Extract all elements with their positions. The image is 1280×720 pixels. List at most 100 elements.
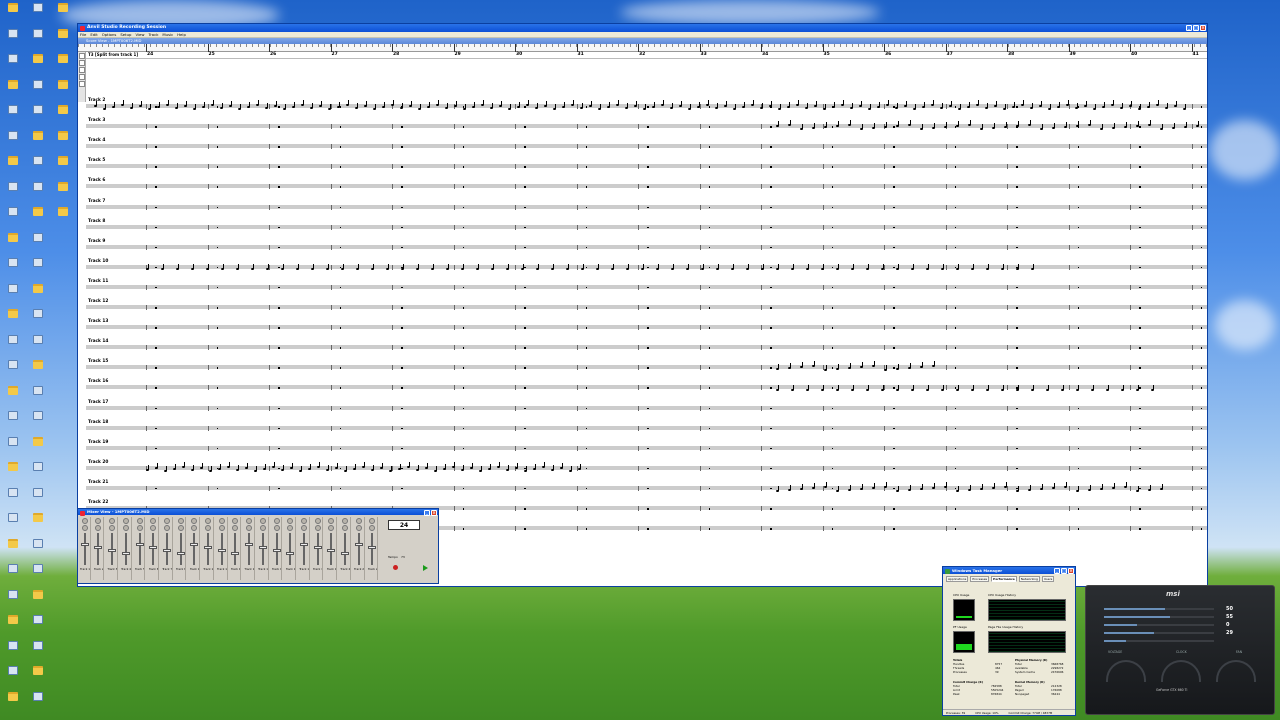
pan-knob-icon[interactable] [177, 518, 184, 524]
pan-knob-icon[interactable] [136, 518, 143, 524]
note-head[interactable] [769, 101, 772, 107]
note-head[interactable] [176, 263, 179, 270]
note-head[interactable] [731, 263, 734, 270]
note-head[interactable] [1003, 104, 1006, 110]
desktop-shortcut[interactable] [27, 334, 49, 360]
note-head[interactable] [643, 104, 646, 110]
note-head[interactable] [254, 465, 257, 472]
track-staff-row[interactable]: Track 14 [86, 339, 1207, 359]
track-staff-row[interactable]: Track 20 [86, 460, 1207, 480]
desktop-shortcut[interactable] [27, 283, 49, 309]
note-head[interactable] [382, 102, 385, 108]
note-head[interactable] [371, 464, 374, 471]
note-head[interactable] [1183, 104, 1186, 110]
note-head[interactable] [283, 104, 286, 110]
desktop-shortcut[interactable] [2, 334, 24, 360]
note-head[interactable] [1093, 104, 1096, 110]
note-head[interactable] [463, 104, 466, 110]
note-head[interactable] [1031, 263, 1034, 270]
fader-handle[interactable] [231, 552, 240, 555]
note-head[interactable] [1100, 124, 1103, 131]
time-ruler[interactable] [78, 44, 1207, 52]
note-head[interactable] [1046, 385, 1049, 392]
note-head[interactable] [146, 464, 149, 471]
note-head[interactable] [791, 385, 794, 392]
note-head[interactable] [812, 123, 815, 130]
volume-knob-icon[interactable] [150, 525, 157, 531]
note-head[interactable] [328, 104, 331, 110]
desktop-shortcut[interactable] [27, 436, 49, 462]
volume-knob-icon[interactable] [342, 525, 349, 531]
note-head[interactable] [1039, 101, 1042, 107]
fader-track[interactable] [258, 533, 267, 565]
note-head[interactable] [1084, 101, 1087, 107]
note-head[interactable] [836, 263, 839, 270]
pan-knob-icon[interactable] [273, 518, 280, 524]
note-head[interactable] [1064, 481, 1067, 488]
note-head[interactable] [335, 462, 338, 469]
track-staff-row[interactable]: Track 19 [86, 440, 1207, 460]
note-head[interactable] [607, 102, 610, 108]
mixer-close-button[interactable]: × [431, 510, 437, 516]
track-staff-row[interactable]: Track 21 [86, 480, 1207, 500]
desktop-shortcut[interactable] [27, 232, 49, 258]
note-head[interactable] [956, 263, 959, 270]
desktop-shortcut[interactable] [27, 156, 49, 181]
note-head[interactable] [884, 365, 887, 372]
note-head[interactable] [805, 103, 808, 109]
note-head[interactable] [788, 120, 791, 127]
note-head[interactable] [1016, 485, 1019, 492]
task-manager-window[interactable]: Windows Task Manager _ □ × Applications P… [942, 566, 1076, 716]
note-head[interactable] [980, 483, 983, 490]
track-staff-row[interactable]: Track 7 [86, 199, 1207, 219]
current-track-label[interactable]: T3 [Split from track 1] [88, 52, 138, 57]
note-head[interactable] [398, 463, 401, 470]
note-head[interactable] [908, 484, 911, 491]
track-label[interactable]: Track 4 [88, 138, 105, 143]
note-head[interactable] [881, 385, 884, 392]
volume-knob-icon[interactable] [314, 525, 321, 531]
note-head[interactable] [1172, 123, 1175, 130]
desktop-shortcut[interactable] [27, 589, 49, 615]
desktop-shortcut[interactable] [52, 105, 74, 130]
desktop-shortcut[interactable] [2, 105, 24, 130]
note-head[interactable] [859, 101, 862, 107]
note-head[interactable] [1052, 482, 1055, 489]
note-head[interactable] [272, 461, 275, 468]
pan-knob-icon[interactable] [342, 518, 349, 524]
note-head[interactable] [670, 103, 673, 109]
fader-handle[interactable] [354, 543, 363, 546]
note-head[interactable] [1112, 123, 1115, 130]
note-head[interactable] [311, 263, 314, 270]
note-head[interactable] [1160, 124, 1163, 131]
note-head[interactable] [121, 100, 124, 106]
desktop-shortcut[interactable] [52, 79, 74, 105]
desktop-shortcut[interactable] [2, 232, 24, 258]
note-head[interactable] [1088, 120, 1091, 127]
note-head[interactable] [1061, 385, 1064, 392]
track-staff-row[interactable]: Track 16 [86, 379, 1207, 399]
volume-knob-icon[interactable] [369, 525, 376, 531]
fader-track[interactable] [286, 533, 295, 565]
tab-networking[interactable]: Networking [1018, 576, 1040, 582]
track-staff-row[interactable]: Track 8 [86, 219, 1207, 239]
desktop-shortcut[interactable] [52, 207, 74, 232]
desktop-shortcut[interactable] [27, 640, 49, 666]
desktop-shortcut[interactable] [2, 513, 24, 538]
note-head[interactable] [1016, 385, 1019, 392]
track-label[interactable]: Track 13 [88, 319, 108, 324]
note-head[interactable] [968, 120, 971, 127]
note-head[interactable] [488, 463, 491, 470]
note-head[interactable] [920, 483, 923, 490]
note-head[interactable] [173, 463, 176, 470]
desktop-shortcut[interactable] [27, 258, 49, 283]
fader-track[interactable] [327, 533, 336, 565]
note-head[interactable] [481, 100, 484, 106]
afterburner-slider[interactable] [1104, 632, 1214, 634]
note-head[interactable] [1196, 121, 1199, 128]
track-staff-row[interactable]: Track 6 [86, 178, 1207, 198]
note-head[interactable] [445, 103, 448, 109]
note-head[interactable] [400, 103, 403, 109]
fader-handle[interactable] [313, 546, 322, 549]
note-head[interactable] [1129, 101, 1132, 107]
